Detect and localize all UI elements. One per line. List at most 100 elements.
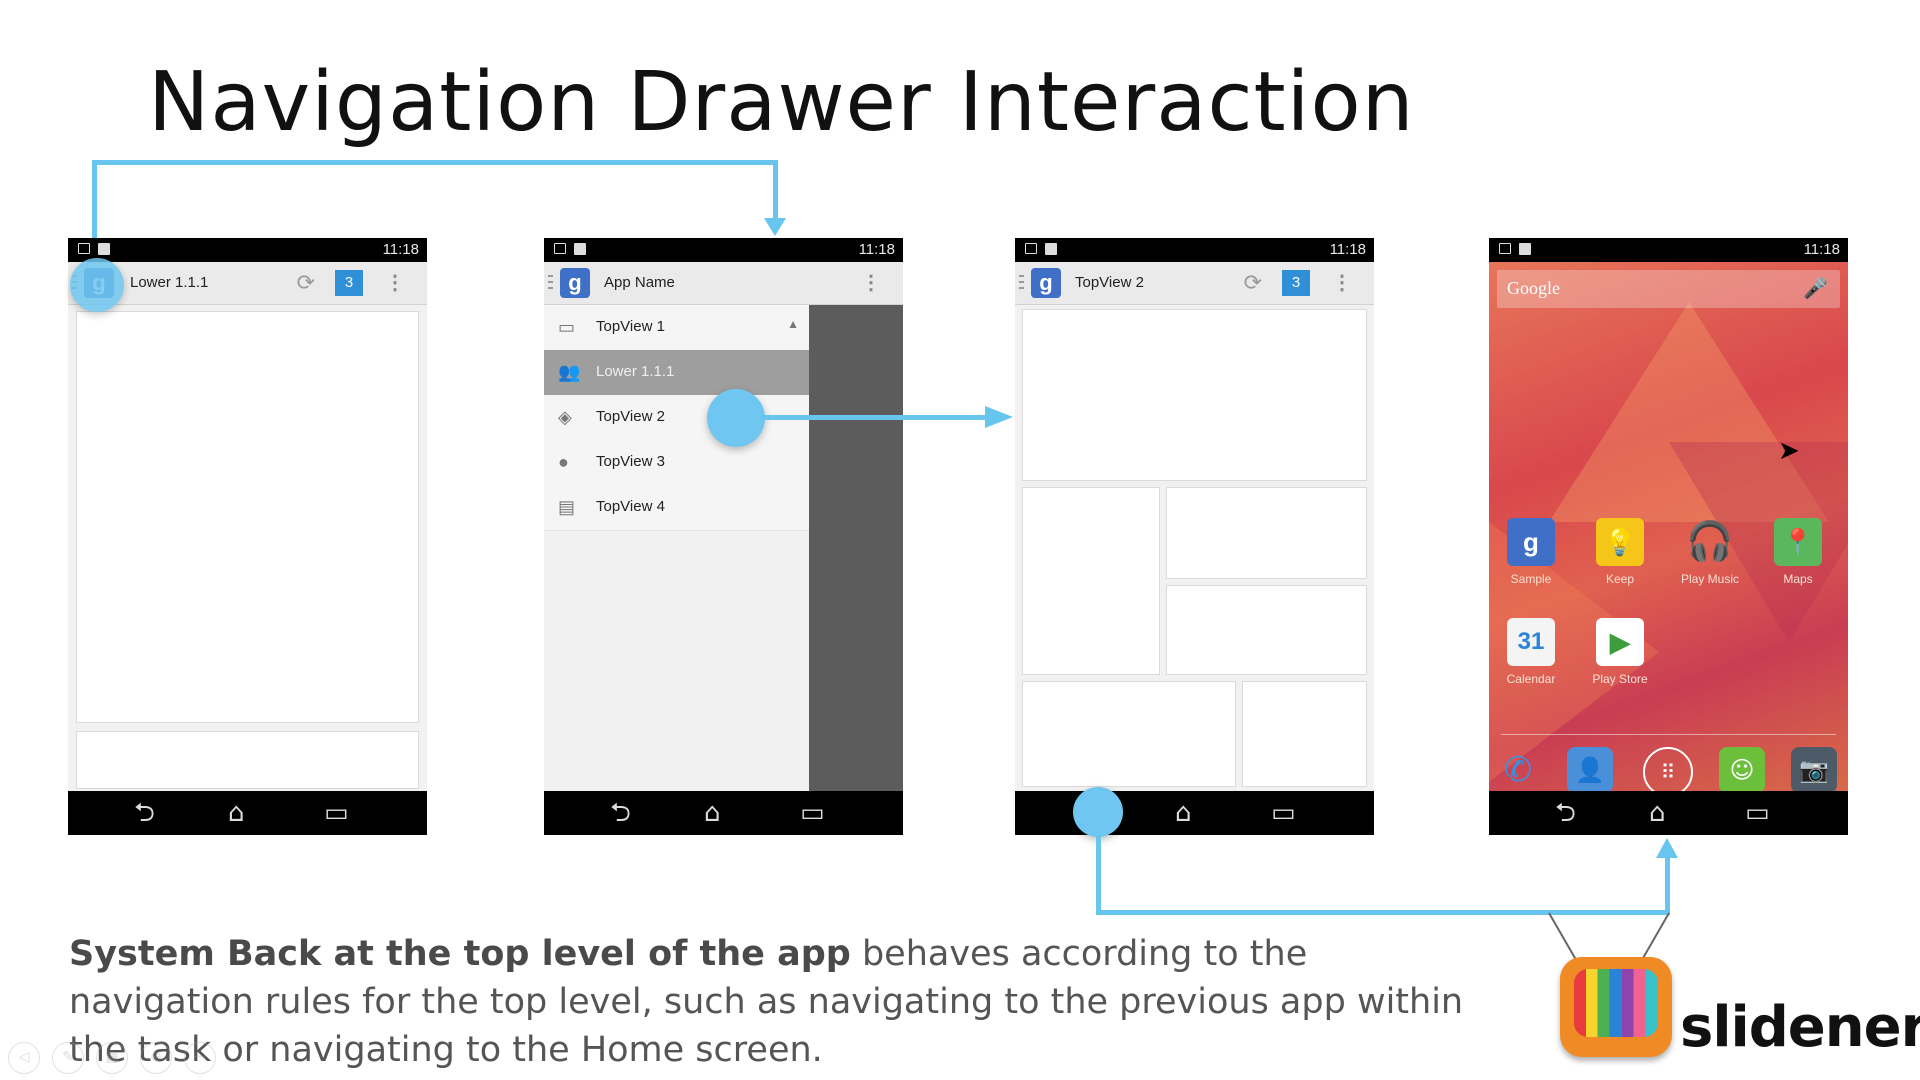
content-card	[1022, 487, 1160, 675]
status-bar: 11:18	[68, 238, 427, 262]
back-icon[interactable]: ⮌	[134, 799, 155, 827]
app-drawer-icon[interactable]: ⠿	[1643, 747, 1693, 791]
notification-icon	[1519, 243, 1531, 255]
home-icon[interactable]: ⌂	[704, 799, 721, 827]
notification-icon	[1025, 243, 1037, 254]
contacts-icon[interactable]: 👤	[1567, 747, 1613, 791]
action-bar: g TopView 2 ⟳ 3 ⋮	[1015, 262, 1374, 305]
sample-app-icon: g	[1507, 518, 1555, 566]
action-bar-title: Lower 1.1.1	[130, 274, 209, 291]
connector-bottom-vertical-left	[1096, 835, 1101, 915]
maps-app-icon: 📍	[1774, 518, 1822, 566]
app-label: Sample	[1510, 572, 1552, 586]
microphone-icon[interactable]: 🎤	[1803, 276, 1828, 300]
people-icon: 👥	[558, 362, 581, 382]
overflow-menu-icon[interactable]: ⋮	[385, 270, 405, 295]
drawer-item-topview-1[interactable]: ▭ TopView 1 ▲	[544, 305, 809, 351]
app-shortcut-sample[interactable]: g Sample	[1492, 518, 1570, 586]
touch-indicator-back-button	[1073, 787, 1123, 837]
navigation-bar: ⮌ ⌂ ▭	[544, 791, 903, 835]
connector-middle-horizontal	[760, 415, 990, 420]
app-label: Play Store	[1592, 672, 1648, 686]
drawer-item-label: TopView 2	[596, 408, 665, 425]
overflow-menu-icon[interactable]: ⋮	[1332, 270, 1352, 295]
slides-grid-icon[interactable]: ▦	[96, 1042, 128, 1074]
back-icon[interactable]: ⮌	[610, 799, 631, 827]
badge-button[interactable]: 3	[335, 270, 363, 296]
recents-icon[interactable]: ▭	[1271, 799, 1296, 827]
phone-screen-topview: 11:18 g TopView 2 ⟳ 3 ⋮ ⮌ ⌂ ▭	[1015, 238, 1374, 835]
touch-indicator-drawer-item	[707, 389, 765, 447]
connector-top-arrowhead	[764, 218, 786, 236]
slidenerd-logo: slidenerd	[1548, 905, 1920, 1080]
app-icon[interactable]: g	[560, 268, 590, 298]
content-card	[1242, 681, 1367, 787]
badge-button[interactable]: 3	[1282, 270, 1310, 296]
notification-icon	[98, 243, 110, 255]
overflow-menu-icon[interactable]: ⋮	[861, 270, 881, 295]
drawer-item-label: TopView 4	[596, 498, 665, 515]
phone-screen-drawer: 11:18 g App Name ⋮ ▭ TopView 1 ▲ 👥 Lower…	[544, 238, 903, 835]
home-icon[interactable]: ⌂	[1175, 799, 1192, 827]
home-icon[interactable]: ⌂	[1649, 799, 1666, 827]
pen-tool-icon[interactable]: ✎	[52, 1042, 84, 1074]
app-label: Maps	[1783, 572, 1813, 586]
navigation-bar: ⮌ ⌂ ▭	[1015, 791, 1374, 835]
google-search-bar[interactable]: Google 🎤	[1497, 270, 1840, 308]
home-icon[interactable]: ⌂	[228, 799, 245, 827]
recents-icon[interactable]: ▭	[1745, 799, 1770, 827]
app-shortcut-calendar[interactable]: 31 Calendar	[1492, 618, 1570, 686]
messaging-icon[interactable]: ☺	[1719, 747, 1765, 791]
app-shortcut-play-store[interactable]: ▶ Play Store	[1581, 618, 1659, 686]
previous-slide-icon[interactable]: ◁	[8, 1042, 40, 1074]
slide-controls: ◁ ✎ ▦ ⊕ ⋯	[8, 1042, 216, 1074]
navigation-bar: ⮌ ⌂ ▭	[1489, 791, 1848, 835]
drawer-item-label: TopView 3	[596, 453, 665, 470]
recents-icon[interactable]: ▭	[324, 799, 349, 827]
dimmed-content-scrim	[809, 305, 903, 791]
slide-title: Navigation Drawer Interaction	[148, 55, 1415, 150]
more-options-icon[interactable]: ⋯	[184, 1042, 216, 1074]
collapse-icon[interactable]: ▲	[787, 317, 799, 331]
mouse-cursor-icon: ➤	[1778, 436, 1800, 466]
drawer-item-topview-4[interactable]: ▤ TopView 4	[544, 485, 809, 531]
action-bar-title: App Name	[604, 274, 675, 291]
connector-top-horizontal	[92, 160, 778, 165]
drawer-item-topview-3[interactable]: ● TopView 3	[544, 440, 809, 486]
notification-icon	[1045, 243, 1057, 255]
back-icon[interactable]: ⮌	[1555, 799, 1576, 827]
home-wallpaper: Google 🎤 g Sample 💡 Keep 🎧 Play Music 📍 …	[1489, 262, 1848, 791]
phone-icon[interactable]: ✆	[1495, 747, 1541, 791]
status-bar: 11:18	[1489, 238, 1848, 262]
google-search-label: Google	[1507, 278, 1560, 298]
content-card	[1166, 585, 1367, 675]
connector-middle-arrowhead	[985, 406, 1013, 428]
zoom-icon[interactable]: ⊕	[140, 1042, 172, 1074]
status-time: 11:18	[1803, 241, 1840, 258]
recents-icon[interactable]: ▭	[800, 799, 825, 827]
play-music-icon: 🎧	[1686, 521, 1734, 563]
drawer-item-label: TopView 1	[596, 318, 665, 335]
action-bar-title: TopView 2	[1075, 274, 1144, 291]
app-icon[interactable]: g	[1031, 268, 1061, 298]
notification-icon	[554, 243, 566, 254]
app-shortcut-keep[interactable]: 💡 Keep	[1581, 518, 1659, 586]
info-icon: ●	[558, 452, 569, 472]
refresh-icon[interactable]: ⟳	[1244, 270, 1262, 296]
app-shortcut-maps[interactable]: 📍 Maps	[1759, 518, 1837, 586]
content-card	[1166, 487, 1367, 579]
phone-screen-lower: 11:18 g Lower 1.1.1 ⟳ 3 ⋮ ⮌ ⌂ ▭	[68, 238, 427, 835]
tv-screen	[1574, 969, 1658, 1037]
play-store-icon: ▶	[1596, 618, 1644, 666]
phone-screen-home: 11:18 Google 🎤 g Sample 💡 Keep 🎧 Play Mu…	[1489, 238, 1848, 835]
app-shortcut-play-music[interactable]: 🎧 Play Music	[1671, 518, 1749, 586]
camera-icon[interactable]: 📷	[1791, 747, 1837, 791]
content-area	[1015, 305, 1374, 791]
status-bar: 11:18	[544, 238, 903, 262]
notification-icon	[78, 243, 90, 254]
chat-icon: ▤	[558, 497, 576, 517]
content-card	[1022, 309, 1367, 481]
drawer-item-lower-1-1-1[interactable]: 👥 Lower 1.1.1	[544, 350, 809, 396]
refresh-icon[interactable]: ⟳	[297, 270, 315, 296]
slide-caption: System Back at the top level of the app …	[69, 930, 1469, 1074]
